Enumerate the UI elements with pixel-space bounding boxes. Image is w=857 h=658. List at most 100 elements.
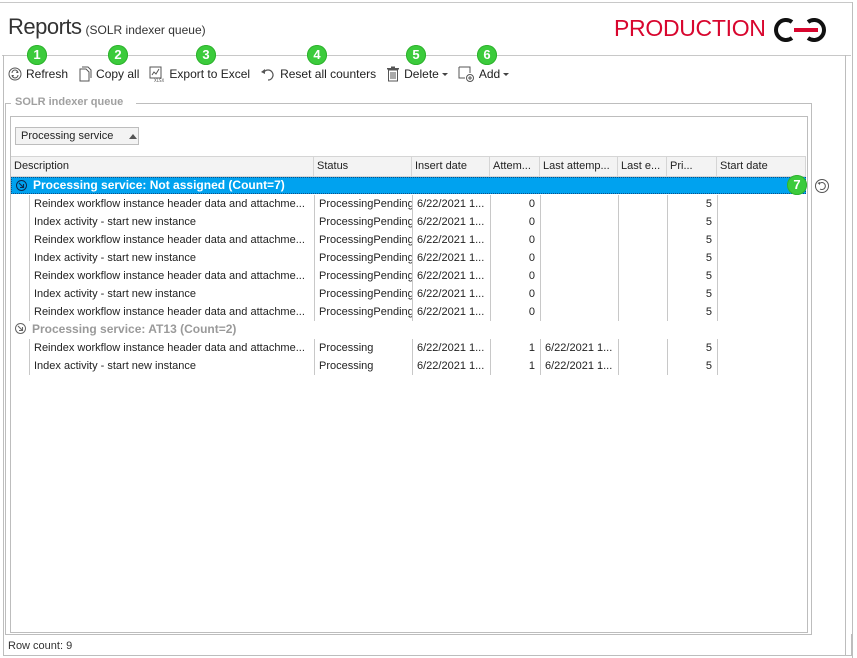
cell-last-error: [618, 339, 667, 357]
cell-start-date: [717, 195, 806, 213]
cell-description: Index activity - start new instance: [29, 357, 314, 375]
cell-attempts: 0: [490, 249, 540, 267]
cell-insert-date: 6/22/2021 1...: [412, 285, 490, 303]
cell-start-date: [717, 231, 806, 249]
copy-all-label: Copy all: [96, 67, 140, 81]
cell-last-attempt: 6/22/2021 1...: [540, 357, 618, 375]
trash-icon: [387, 66, 400, 82]
table-row[interactable]: Index activity - start new instance Proce…: [11, 213, 806, 231]
cell-last-error: [618, 357, 667, 375]
cell-priority: 5: [667, 267, 717, 285]
collapse-group-icon[interactable]: [16, 180, 27, 191]
page-subtitle: (SOLR indexer queue): [85, 23, 206, 37]
page-title-text: Reports: [8, 14, 82, 39]
cell-attempts: 0: [490, 303, 540, 321]
sort-ascending-icon: [129, 133, 138, 139]
cell-last-attempt: [540, 267, 618, 285]
export-excel-label: Export to Excel: [169, 67, 251, 81]
cell-last-error: [618, 213, 667, 231]
cell-description: Index activity - start new instance: [29, 213, 314, 231]
table-row[interactable]: Reindex workflow instance header data an…: [11, 303, 806, 321]
cell-insert-date: 6/22/2021 1...: [412, 213, 490, 231]
cell-description: Reindex workflow instance header data an…: [29, 195, 314, 213]
toolbar-divider: [2, 55, 851, 56]
table-row[interactable]: Index activity - start new instance Proce…: [11, 357, 806, 375]
column-header[interactable]: Pri...: [667, 157, 717, 176]
group-row[interactable]: Processing service: Not assigned (Count=…: [11, 177, 806, 194]
cell-description: Reindex workflow instance header data an…: [29, 267, 314, 285]
cell-last-attempt: [540, 231, 618, 249]
reset-counters-button[interactable]: Reset all counters: [260, 67, 376, 81]
row-count: Row count: 9: [8, 640, 73, 652]
cell-priority: 5: [667, 231, 717, 249]
cell-start-date: [717, 267, 806, 285]
add-icon: [458, 66, 474, 82]
cell-last-error: [618, 195, 667, 213]
copy-icon: [79, 66, 92, 82]
excel-export-icon: XLSX: [149, 66, 165, 82]
refresh-label: Refresh: [26, 67, 69, 81]
cell-start-date: [717, 285, 806, 303]
cell-insert-date: 6/22/2021 1...: [412, 249, 490, 267]
collapse-group-icon[interactable]: [15, 323, 26, 334]
copy-all-button[interactable]: Copy all: [78, 66, 139, 82]
table-row[interactable]: Index activity - start new instance Proce…: [11, 249, 806, 267]
svg-text:XLSX: XLSX: [154, 78, 165, 82]
column-header[interactable]: Last e...: [618, 157, 667, 176]
column-header[interactable]: Last attemp...: [540, 157, 618, 176]
cell-last-error: [618, 285, 667, 303]
column-header[interactable]: Attem...: [490, 157, 540, 176]
table-row[interactable]: Reindex workflow instance header data an…: [11, 267, 806, 285]
column-header[interactable]: Status: [314, 157, 412, 176]
company-logo-icon: [774, 18, 826, 42]
cell-last-attempt: [540, 249, 618, 267]
cell-attempts: 0: [490, 213, 540, 231]
callout-badge-2: 2: [108, 45, 128, 65]
cell-last-attempt: [540, 213, 618, 231]
column-header[interactable]: Start date: [717, 157, 806, 176]
column-header[interactable]: Description: [11, 157, 314, 176]
cell-last-error: [618, 267, 667, 285]
group-by-chip[interactable]: Processing service: [15, 127, 139, 145]
cell-insert-date: 6/22/2021 1...: [412, 231, 490, 249]
table-row[interactable]: Index activity - start new instance Proce…: [11, 285, 806, 303]
cell-last-attempt: [540, 195, 618, 213]
refresh-button[interactable]: Refresh: [8, 67, 68, 81]
cell-priority: 5: [667, 339, 717, 357]
cell-description: Index activity - start new instance: [29, 285, 314, 303]
cell-status: ProcessingPending: [314, 213, 412, 231]
column-header[interactable]: Insert date: [412, 157, 490, 176]
table-row[interactable]: Reindex workflow instance header data an…: [11, 231, 806, 249]
add-button[interactable]: Add: [458, 66, 510, 82]
cell-priority: 5: [667, 357, 717, 375]
cell-status: ProcessingPending: [314, 285, 412, 303]
cell-insert-date: 6/22/2021 1...: [412, 267, 490, 285]
callout-badge-7: 7: [787, 175, 807, 195]
table-row[interactable]: Reindex workflow instance header data an…: [11, 339, 806, 357]
group-row[interactable]: Processing service: AT13 (Count=2): [11, 321, 806, 338]
cell-attempts: 0: [490, 285, 540, 303]
cell-start-date: [717, 357, 806, 375]
callout-badge-1: 1: [27, 45, 47, 65]
grid-header: Description Status Insert date Attem... Last…: [11, 156, 806, 177]
callout-badge-5: 5: [406, 45, 426, 65]
cell-attempts: 0: [490, 195, 540, 213]
table-row[interactable]: Reindex workflow instance header data an…: [11, 195, 806, 213]
reset-layout-icon[interactable]: [814, 178, 830, 194]
groupbox-legend: SOLR indexer queue: [15, 96, 124, 108]
cell-status: ProcessingPending: [314, 249, 412, 267]
cell-start-date: [717, 339, 806, 357]
add-label: Add: [478, 67, 501, 81]
cell-attempts: 1: [490, 357, 540, 375]
cell-status: ProcessingPending: [314, 231, 412, 249]
delete-button[interactable]: Delete: [386, 66, 448, 82]
cell-insert-date: 6/22/2021 1...: [412, 195, 490, 213]
chevron-down-icon: [441, 72, 448, 76]
refresh-icon: [8, 67, 22, 81]
cell-priority: 5: [667, 213, 717, 231]
reset-counters-label: Reset all counters: [280, 67, 377, 81]
cell-last-error: [618, 303, 667, 321]
cell-priority: 5: [667, 303, 717, 321]
cell-last-attempt: [540, 303, 618, 321]
export-excel-button[interactable]: XLSX Export to Excel: [149, 66, 250, 82]
